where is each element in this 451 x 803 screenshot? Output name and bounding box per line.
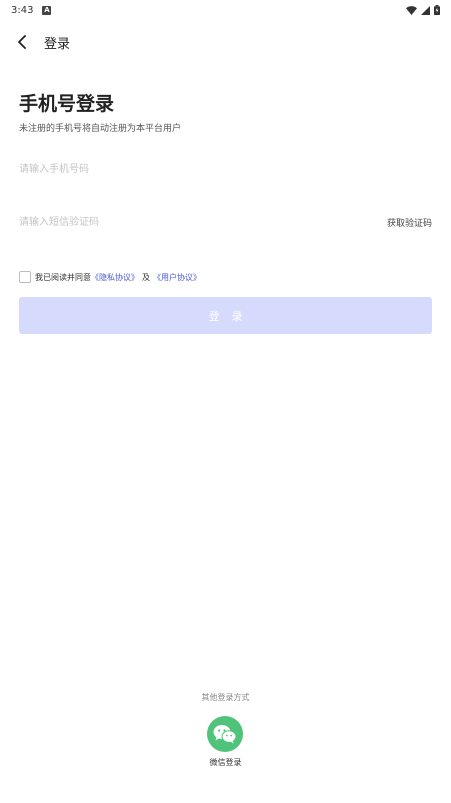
wechat-login-label: 微信登录: [209, 758, 242, 767]
notification-icon: A: [42, 5, 52, 15]
status-bar: 3:43 A: [0, 0, 451, 20]
login-subtitle: 未注册的手机号将自动注册为本平台用户: [19, 124, 182, 134]
other-login-label: 其他登录方式: [201, 693, 250, 702]
user-agreement-link[interactable]: 《用户协议》: [153, 272, 201, 283]
get-code-button[interactable]: 获取验证码: [387, 216, 432, 229]
wechat-icon: [213, 725, 237, 744]
sms-code-input[interactable]: [19, 210, 319, 234]
phone-field-row: [19, 154, 432, 184]
app-bar: 登录: [0, 26, 451, 58]
status-time: 3:43: [11, 4, 34, 16]
battery-icon: [434, 5, 440, 15]
login-heading: 手机号登录: [19, 93, 115, 115]
phone-input[interactable]: [19, 157, 319, 181]
agreement-row: 我已阅读并同意 《隐私协议》 及 《用户协议》: [19, 270, 201, 284]
back-button[interactable]: [0, 26, 44, 58]
agreement-prefix: 我已阅读并同意: [35, 272, 91, 282]
login-screen: 3:43 A 登录 手机号登录 未注册的手机号将自动注册为本平台用户 请输入手机…: [0, 0, 451, 803]
wifi-icon: [406, 5, 417, 15]
page-title: 登录: [44, 36, 71, 52]
signal-icon: [421, 5, 430, 15]
wechat-login-button[interactable]: [207, 716, 243, 752]
chevron-left-icon: [18, 35, 26, 49]
status-right: [406, 5, 440, 15]
code-field-row: 获取验证码: [19, 207, 432, 237]
agreement-checkbox[interactable]: [19, 271, 31, 283]
privacy-link[interactable]: 《隐私协议》: [91, 272, 139, 283]
agreement-and: 及: [142, 272, 150, 282]
status-left: 3:43 A: [11, 4, 52, 16]
login-button[interactable]: 登录: [19, 297, 432, 334]
